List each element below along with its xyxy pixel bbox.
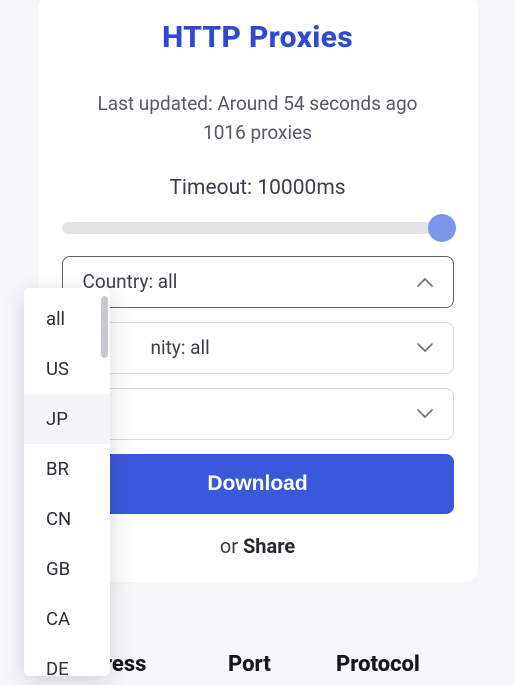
column-port: Port <box>228 652 332 677</box>
slider-thumb[interactable] <box>428 214 456 242</box>
third-select[interactable] <box>62 388 454 440</box>
share-row: or Share <box>62 534 454 558</box>
or-text: or <box>220 534 243 558</box>
country-option-br[interactable]: BR <box>24 444 110 494</box>
country-option-us[interactable]: US <box>24 344 110 394</box>
country-option-cn[interactable]: CN <box>24 494 110 544</box>
download-button[interactable]: Download <box>62 454 454 514</box>
timeout-label: Timeout: 10000ms <box>62 176 454 200</box>
proxy-count: 1016 proxies <box>203 121 312 144</box>
chevron-down-icon <box>417 406 433 422</box>
scrollbar-thumb[interactable] <box>101 296 108 358</box>
country-option-ca[interactable]: CA <box>24 594 110 644</box>
country-option-jp[interactable]: JP <box>24 394 110 444</box>
anonymity-select-label: nity: all <box>151 336 210 359</box>
country-option-de[interactable]: DE <box>24 644 110 676</box>
country-dropdown[interactable]: allUSJPBRCNGBCADE <box>24 288 110 676</box>
anonymity-select[interactable]: X nity: all <box>62 322 454 374</box>
status-text: Last updated: Around 54 seconds ago 1016… <box>62 89 454 148</box>
page-title: HTTP Proxies <box>62 20 454 55</box>
country-select[interactable]: Country: all <box>62 256 454 308</box>
last-updated: Last updated: Around 54 seconds ago <box>98 92 418 115</box>
column-protocol: Protocol <box>332 652 489 677</box>
chevron-down-icon <box>417 340 433 356</box>
chevron-up-icon <box>417 274 433 290</box>
country-option-gb[interactable]: GB <box>24 544 110 594</box>
slider-track <box>62 222 450 234</box>
share-link[interactable]: Share <box>243 534 295 558</box>
timeout-slider[interactable] <box>62 214 454 242</box>
country-option-all[interactable]: all <box>24 294 110 344</box>
